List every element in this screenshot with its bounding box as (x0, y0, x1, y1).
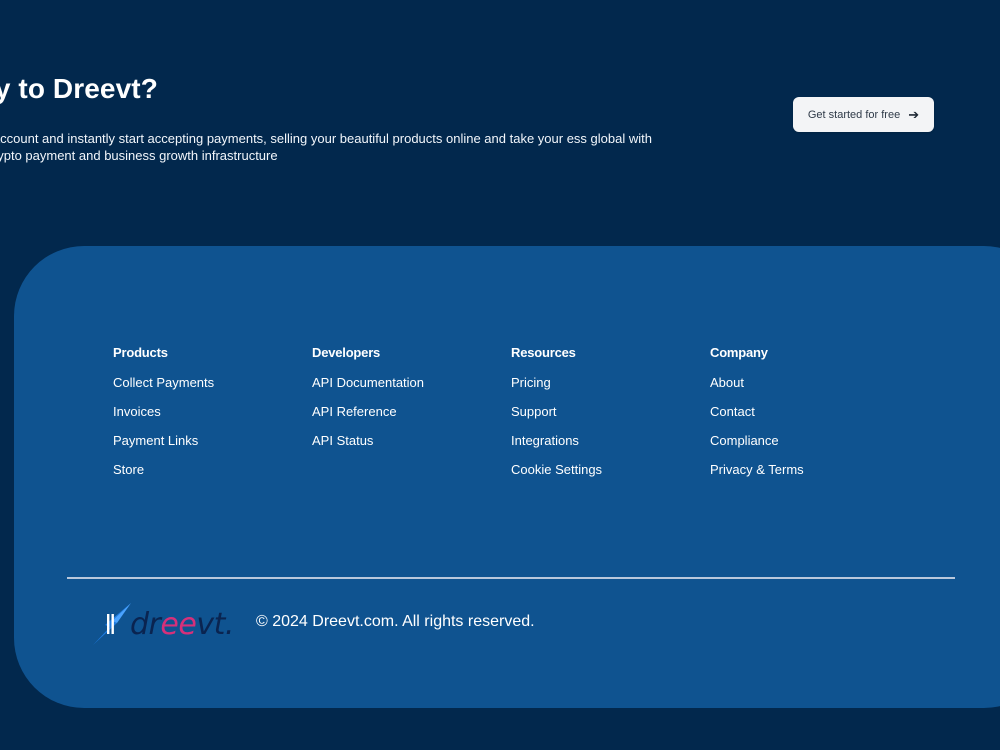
copyright-text: © 2024 Dreevt.com. All rights reserved. (256, 613, 535, 630)
footer-heading-company: Company (710, 345, 768, 360)
footer-col-developers: Developers API Documentation API Referen… (312, 345, 511, 490)
cta-title: ady to Dreevt? (0, 73, 158, 104)
logo-text-vt: vt. (196, 606, 234, 642)
footer-link-api-documentation[interactable]: API Documentation (312, 375, 424, 390)
footer-link-invoices[interactable]: Invoices (113, 404, 161, 419)
page: ady to Dreevt? e an account and instantl… (0, 0, 1000, 750)
get-started-label: Get started for free (807, 108, 901, 121)
dreevt-logo[interactable]: dreevt. (90, 600, 240, 648)
footer-col-products: Products Collect Payments Invoices Payme… (113, 345, 312, 490)
footer-heading-products: Products (113, 345, 168, 360)
logo-wordmark: dreevt. (130, 607, 234, 642)
footer-link-api-status[interactable]: API Status (312, 433, 373, 448)
footer-link-cookie-settings[interactable]: Cookie Settings (511, 462, 602, 477)
footer-link-integrations[interactable]: Integrations (511, 433, 579, 448)
footer-link-collect-payments[interactable]: Collect Payments (113, 375, 214, 390)
footer-heading-developers: Developers (312, 345, 381, 360)
footer-link-pricing[interactable]: Pricing (511, 375, 551, 390)
footer-columns: Products Collect Payments Invoices Payme… (113, 345, 909, 490)
footer-link-store[interactable]: Store (113, 462, 144, 477)
footer-link-api-reference[interactable]: API Reference (312, 404, 397, 419)
footer-link-payment-links[interactable]: Payment Links (113, 433, 198, 448)
footer-col-company: Company About Contact Compliance Privacy… (710, 345, 909, 490)
footer-link-support[interactable]: Support (511, 404, 557, 419)
footer-link-privacy-terms[interactable]: Privacy & Terms (710, 462, 804, 477)
footer-link-about[interactable]: About (710, 375, 744, 390)
arrow-right-icon: ➔ (908, 107, 920, 122)
footer-heading-resources: Resources (511, 345, 576, 360)
lightning-bolt-icon (93, 603, 131, 645)
footer-col-resources: Resources Pricing Support Integrations C… (511, 345, 710, 490)
logo-text-ee: ee (160, 606, 197, 642)
get-started-button[interactable]: Get started for free ➔ (793, 97, 934, 132)
logo-text-dr: dr (130, 606, 161, 642)
footer-link-contact[interactable]: Contact (710, 404, 755, 419)
footer-link-compliance[interactable]: Compliance (710, 433, 779, 448)
footer-divider (67, 577, 955, 579)
cta-description: e an account and instantly start accepti… (0, 131, 652, 163)
